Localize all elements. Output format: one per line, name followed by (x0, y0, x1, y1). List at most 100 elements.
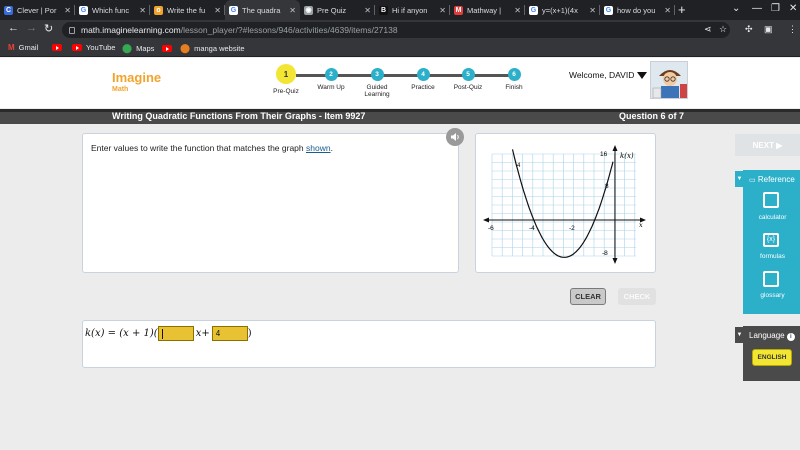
welcome-menu[interactable]: Welcome, DAVID (569, 70, 648, 80)
text-cursor (161, 328, 163, 339)
browser-tab[interactable]: Ghow do you ✕ (600, 0, 675, 20)
progress-step-5[interactable]: 5 (461, 68, 475, 81)
y-axis-arrow (612, 145, 618, 151)
tab-close-icon[interactable]: ✕ (664, 6, 671, 15)
browser-tab[interactable]: ◉ Pre Quiz ✕ (300, 0, 375, 20)
next-button[interactable]: NEXT ▶ (735, 134, 800, 156)
progress-step-3[interactable]: 3 (370, 68, 384, 81)
youtube-icon (162, 45, 172, 52)
bookmark-label: Maps (136, 44, 155, 53)
progress-step-1[interactable]: 1 (276, 64, 296, 84)
youtube-icon (52, 44, 62, 51)
answer-box-coefficient[interactable] (157, 326, 194, 341)
gmail-icon: M (8, 43, 15, 52)
progress-step-2[interactable]: 2 (324, 68, 338, 81)
browser-tab[interactable]: G The quadra ✕ (225, 0, 300, 20)
tab-title: The quadra (242, 5, 281, 15)
function-label: k(x) (620, 152, 634, 160)
bookmark-maps[interactable]: ⬤ Maps (122, 43, 154, 54)
tab-favicon-icon: G (604, 5, 613, 15)
tab-close-icon[interactable]: ✕ (139, 6, 146, 15)
equation: k(x) = (x + 1)( x+ 4 ) (85, 326, 252, 341)
bookmark-gmail[interactable]: M Gmail (8, 43, 38, 52)
y-tick-label: -8 (602, 250, 608, 257)
tab-search-icon[interactable]: ⌄ (732, 3, 740, 14)
address-bar[interactable]: math.imaginelearning.com /lesson_player/… (62, 22, 730, 38)
shown-link[interactable]: shown (306, 143, 331, 153)
tab-favicon-icon: M (454, 5, 463, 15)
close-window-icon[interactable]: ✕ (789, 3, 797, 14)
check-button[interactable]: CHECK (618, 288, 656, 305)
reference-collapse-toggle[interactable]: ▼ (735, 171, 744, 187)
language-collapse-toggle[interactable]: ▼ (735, 327, 744, 343)
progress-step-4[interactable]: 4 (416, 68, 430, 81)
tab-close-icon[interactable]: ✕ (364, 6, 371, 15)
progress-step-6[interactable]: 6 (507, 68, 521, 81)
info-icon[interactable]: i (786, 333, 795, 341)
calculator-link[interactable]: calculator (745, 214, 800, 221)
tab-title: Write the fu (167, 5, 206, 15)
question-counter: Question 6 of 7 (619, 111, 685, 121)
formulas-icon[interactable]: {x} (763, 233, 779, 247)
clear-button[interactable]: CLEAR (570, 288, 606, 305)
browser-tab[interactable]: G Which func ✕ (75, 0, 150, 20)
reload-icon[interactable]: ↻ (44, 22, 53, 35)
prompt-end: . (330, 143, 333, 153)
y-tick-label: 16 (600, 151, 608, 158)
browser-tab[interactable]: Gy=(x+1)(4x ✕ (525, 0, 600, 20)
browser-tab[interactable]: B Hi if anyon ✕ (375, 0, 450, 20)
glossary-link[interactable]: glossary (745, 292, 800, 299)
browser-tab[interactable]: o Write the fu ✕ (150, 0, 225, 20)
tab-close-icon[interactable]: ✕ (289, 6, 296, 15)
speaker-button[interactable] (446, 128, 464, 146)
maximize-icon[interactable]: ❐ (771, 3, 780, 14)
calculator-icon[interactable] (763, 192, 779, 208)
new-tab-button[interactable]: + (678, 2, 686, 17)
language-heading-label: Language (749, 331, 785, 340)
sidepanel-icon[interactable]: ▣ (764, 24, 773, 35)
language-heading: Language i (749, 331, 795, 341)
tab-favicon-icon: o (154, 5, 163, 15)
bookmarks-bar (0, 40, 800, 57)
forward-icon[interactable]: → (26, 22, 37, 34)
reference-heading-label: Reference (757, 175, 795, 184)
tab-favicon-icon: C (4, 5, 13, 15)
progress-step-label: Warm Up (317, 84, 345, 91)
progress-step-label: Guided Learning (364, 84, 390, 98)
menu-icon[interactable]: ⋮ (788, 24, 797, 35)
english-button[interactable]: ENGLISH (752, 349, 792, 366)
x-tick-label: -4 (529, 225, 535, 232)
star-icon[interactable]: ☆ (719, 24, 727, 35)
prompt-body: Enter values to write the function that … (91, 143, 304, 153)
tab-close-icon[interactable]: ✕ (514, 6, 521, 15)
welcome-text: Welcome, DAVID (569, 70, 635, 80)
tab-favicon-icon: ◉ (304, 5, 313, 15)
tab-title: Pre Quiz (317, 5, 347, 15)
tab-title: Mathway | (467, 5, 502, 15)
glossary-icon[interactable] (763, 271, 779, 287)
logo-imagine: Imagine (112, 70, 162, 85)
avatar (650, 61, 688, 99)
book-icon: ▭ (749, 177, 756, 184)
graph: -6 -4 -2 x 16 8 -8 4 k(x) (483, 145, 646, 264)
minimize-icon[interactable]: — (752, 3, 762, 14)
answer-box-constant[interactable]: 4 (211, 326, 248, 341)
extensions-icon[interactable]: ✣ (745, 24, 753, 35)
tab-favicon-icon: G (529, 5, 538, 15)
browser-tab[interactable]: C Clever | Por ✕ (0, 0, 75, 20)
tab-close-icon[interactable]: ✕ (214, 6, 221, 15)
bookmark-youtube[interactable]: YouTube (52, 43, 115, 52)
tab-favicon-icon: G (229, 5, 238, 15)
tab-close-icon[interactable]: ✕ (439, 6, 446, 15)
tab-close-icon[interactable]: ✕ (589, 6, 596, 15)
formulas-link[interactable]: formulas (745, 253, 800, 260)
back-icon[interactable]: ← (8, 22, 19, 34)
share-icon[interactable]: ⋖ (704, 24, 712, 35)
browser-tab[interactable]: M Mathway | ✕ (450, 0, 525, 20)
x-tick-label: -6 (488, 225, 494, 232)
x-axis-label: x (639, 221, 643, 229)
lesson-title: Writing Quadratic Functions From Their G… (112, 111, 366, 121)
bookmark-manga[interactable]: ⬤ manga website (162, 43, 245, 54)
tab-close-icon[interactable]: ✕ (64, 6, 71, 15)
progress-step-label: Post-Quiz (453, 84, 483, 91)
